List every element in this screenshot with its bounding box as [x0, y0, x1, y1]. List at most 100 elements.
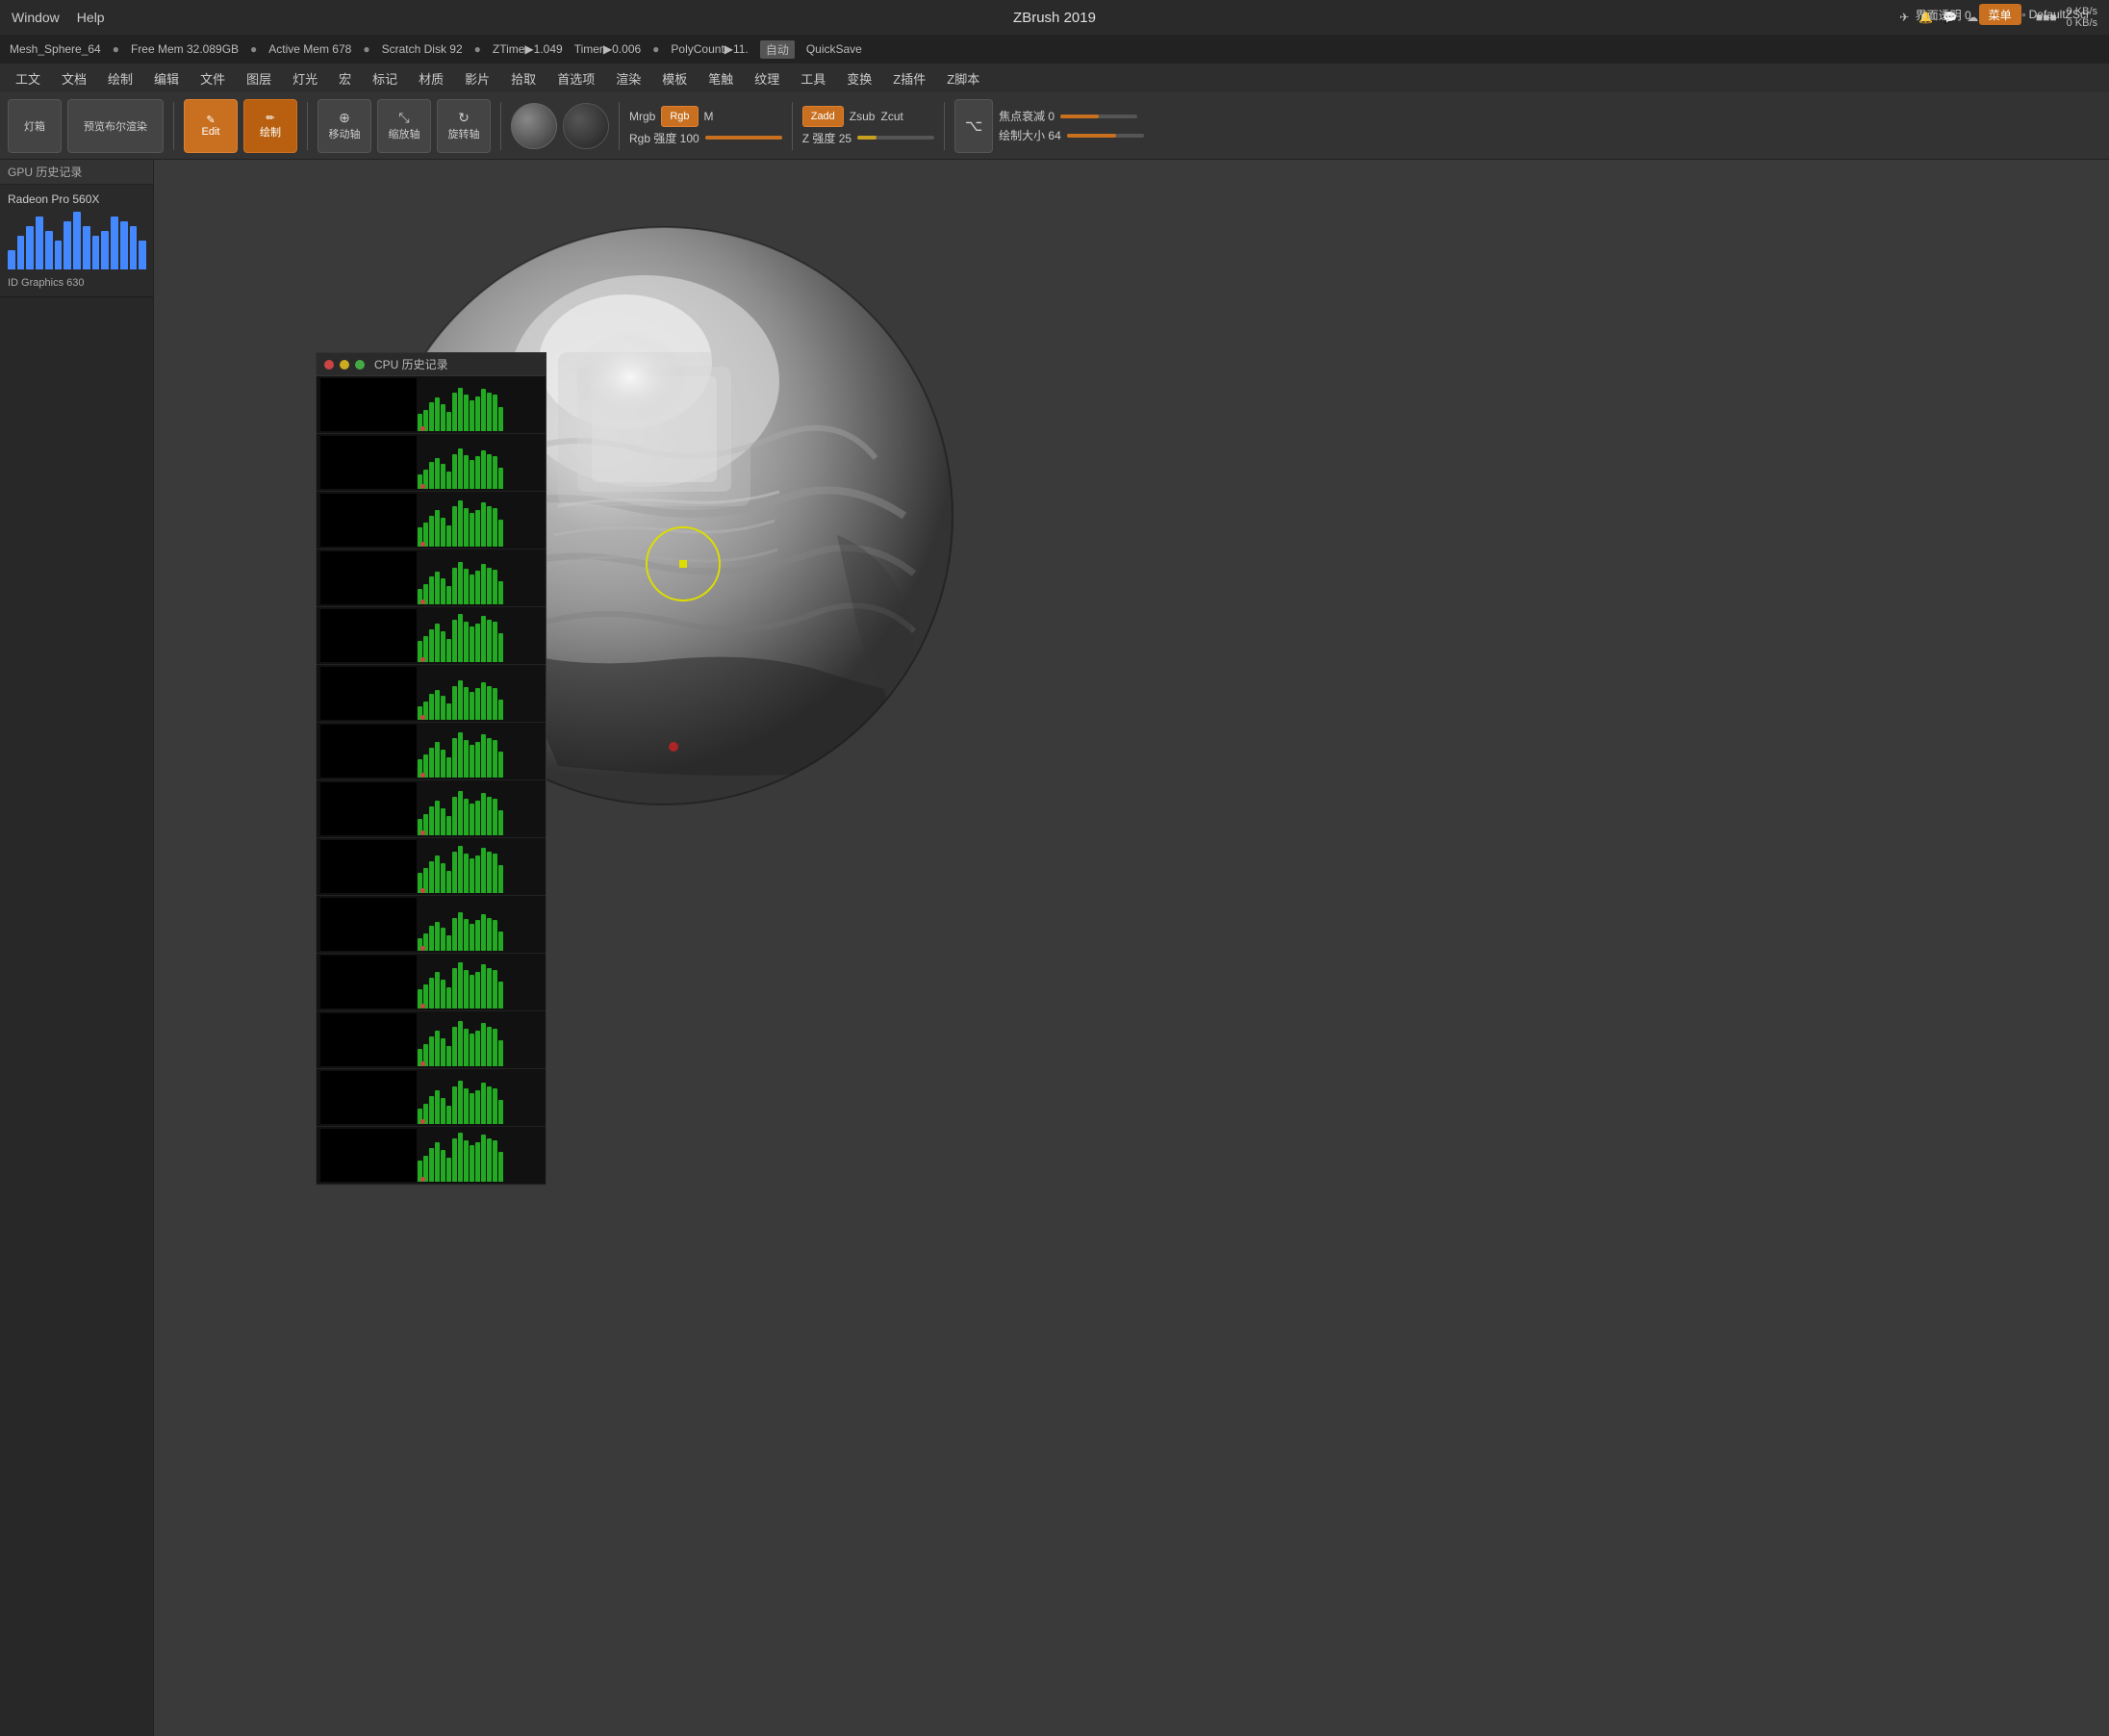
- menu-movie[interactable]: 影片: [457, 67, 497, 89]
- menu-pick[interactable]: 拾取: [503, 67, 544, 89]
- cpu-bar-5-6: [452, 686, 457, 720]
- cpu-panel-title: CPU 历史记录: [374, 356, 448, 372]
- canvas-area[interactable]: CPU 历史记录: [154, 160, 2109, 1736]
- cpu-row-5: [317, 665, 546, 723]
- m-label: M: [704, 110, 714, 123]
- menu-template[interactable]: 模板: [654, 67, 695, 89]
- cpu-row-6: [317, 723, 546, 780]
- zadd-btn[interactable]: Zadd: [802, 106, 844, 127]
- menu-tool[interactable]: 工具: [793, 67, 833, 89]
- cpu-bar-4-7: [458, 614, 463, 662]
- status-bar: Mesh_Sphere_64 ● Free Mem 32.089GB ● Act…: [0, 35, 2109, 64]
- cpu-bar-0-11: [481, 389, 486, 431]
- z-controls: Zadd Zsub Zcut Z 强度 25: [802, 106, 934, 146]
- cpu-bar-12-10: [475, 1090, 480, 1124]
- menu-draw[interactable]: 绘制: [100, 67, 140, 89]
- cpu-bar-11-8: [464, 1029, 469, 1066]
- menu-btn[interactable]: 菜单: [1979, 4, 2021, 25]
- material-sphere[interactable]: [511, 103, 557, 149]
- z-strength-slider[interactable]: [857, 136, 934, 140]
- cpu-bar-10-2: [429, 978, 434, 1008]
- cpu-bar-10-9: [470, 975, 474, 1008]
- menu-edit[interactable]: 编辑: [146, 67, 187, 89]
- menu-macro[interactable]: 宏: [331, 67, 359, 89]
- menu-zplugin[interactable]: Z插件: [885, 67, 933, 89]
- cpu-bar-10-8: [464, 970, 469, 1008]
- cpu-bar-8-12: [487, 852, 492, 893]
- cpu-bar-8-9: [470, 858, 474, 893]
- cpu-bar-1-4: [441, 464, 445, 489]
- cpu-bar-1-13: [493, 456, 497, 489]
- focal-shift-slider[interactable]: [1060, 115, 1137, 118]
- cpu-bar-7-2: [429, 806, 434, 835]
- cpu-bar-2-12: [487, 506, 492, 547]
- window-menu[interactable]: Window: [12, 10, 60, 25]
- scale-btn[interactable]: ⤡ 缩放轴: [377, 99, 431, 153]
- rotate-btn[interactable]: ↻ 旋转轴: [437, 99, 491, 153]
- rgb-strength-slider[interactable]: [705, 136, 782, 140]
- cpu-red-dot-4: [420, 657, 425, 662]
- default-zscr-label: DefaultZScr: [2029, 8, 2090, 21]
- cpu-bar-10-7: [458, 962, 463, 1008]
- menu-preferences[interactable]: 首选项: [549, 67, 602, 89]
- cpu-bar-3-8: [464, 569, 469, 604]
- menu-file[interactable]: 文件: [192, 67, 233, 89]
- move-icon: ⊕: [339, 110, 350, 126]
- menu-brush[interactable]: 笔触: [700, 67, 741, 89]
- edit-btn[interactable]: ✎ Edit: [184, 99, 238, 153]
- secondary-sphere[interactable]: [563, 103, 609, 149]
- cpu-bar-3-11: [481, 564, 486, 604]
- gpu-bar-4: [45, 231, 53, 269]
- menu-render[interactable]: 渲染: [608, 67, 648, 89]
- close-dot[interactable]: [324, 360, 334, 370]
- draw-size-slider[interactable]: [1067, 134, 1144, 138]
- gpu-bar-14: [139, 241, 146, 269]
- move-btn[interactable]: ⊕ 移动轴: [318, 99, 371, 153]
- gpu1-name: Radeon Pro 560X: [8, 192, 145, 206]
- cpu-bar-3-13: [493, 570, 497, 604]
- symmetry-btn[interactable]: ⌥: [954, 99, 993, 153]
- cpu-bar-11-4: [441, 1038, 445, 1066]
- scratch-disk: Scratch Disk 92: [382, 42, 463, 56]
- cpu-bar-12-9: [470, 1093, 474, 1124]
- quick-save-btn[interactable]: QuickSave: [806, 42, 862, 56]
- menu-document[interactable]: 文档: [54, 67, 94, 89]
- maximize-dot[interactable]: [355, 360, 365, 370]
- menu-material[interactable]: 材质: [411, 67, 451, 89]
- rgb-btn[interactable]: Rgb: [661, 106, 698, 127]
- cpu-bar-1-3: [435, 458, 440, 489]
- cpu-bar-3-3: [435, 572, 440, 604]
- menu-light[interactable]: 灯光: [285, 67, 325, 89]
- menu-gongwen[interactable]: 工文: [8, 67, 48, 89]
- cpu-bar-0-7: [458, 388, 463, 431]
- cpu-bar-5-9: [470, 692, 474, 720]
- cpu-bar-4-8: [464, 622, 469, 662]
- cpu-bar-2-4: [441, 518, 445, 547]
- cpu-bar-6-4: [441, 750, 445, 778]
- lightbox-btn[interactable]: 灯箱: [8, 99, 62, 153]
- cpu-bar-9-2: [429, 926, 434, 951]
- minimize-dot[interactable]: [340, 360, 349, 370]
- cpu-red-dot-9: [420, 946, 425, 951]
- menu-transform[interactable]: 变换: [839, 67, 879, 89]
- auto-btn[interactable]: 自动: [760, 40, 795, 59]
- menu-texture[interactable]: 纹理: [747, 67, 787, 89]
- cpu-bar-9-12: [487, 918, 492, 951]
- cpu-bar-11-6: [452, 1027, 457, 1066]
- cpu-bar-5-4: [441, 696, 445, 720]
- cpu-row-10: [317, 954, 546, 1011]
- draw-btn[interactable]: ✏ 绘制: [243, 99, 297, 153]
- main-area: GPU 历史记录 Radeon Pro 560X ID Graphics 630…: [0, 160, 2109, 1736]
- menu-marker[interactable]: 标记: [365, 67, 405, 89]
- cpu-bar-5-7: [458, 680, 463, 720]
- cpu-bar-10-6: [452, 968, 457, 1008]
- cpu-bar-5-3: [435, 690, 440, 720]
- preview-label: 预览布尔渲染: [84, 118, 147, 134]
- menu-layer[interactable]: 图层: [239, 67, 279, 89]
- preview-btn[interactable]: 预览布尔渲染: [67, 99, 164, 153]
- menu-zscript[interactable]: Z脚本: [939, 67, 987, 89]
- cpu-bar-2-8: [464, 508, 469, 547]
- cpu-bar-2-11: [481, 502, 486, 547]
- help-menu[interactable]: Help: [77, 10, 105, 25]
- cpu-bar-10-13: [493, 970, 497, 1008]
